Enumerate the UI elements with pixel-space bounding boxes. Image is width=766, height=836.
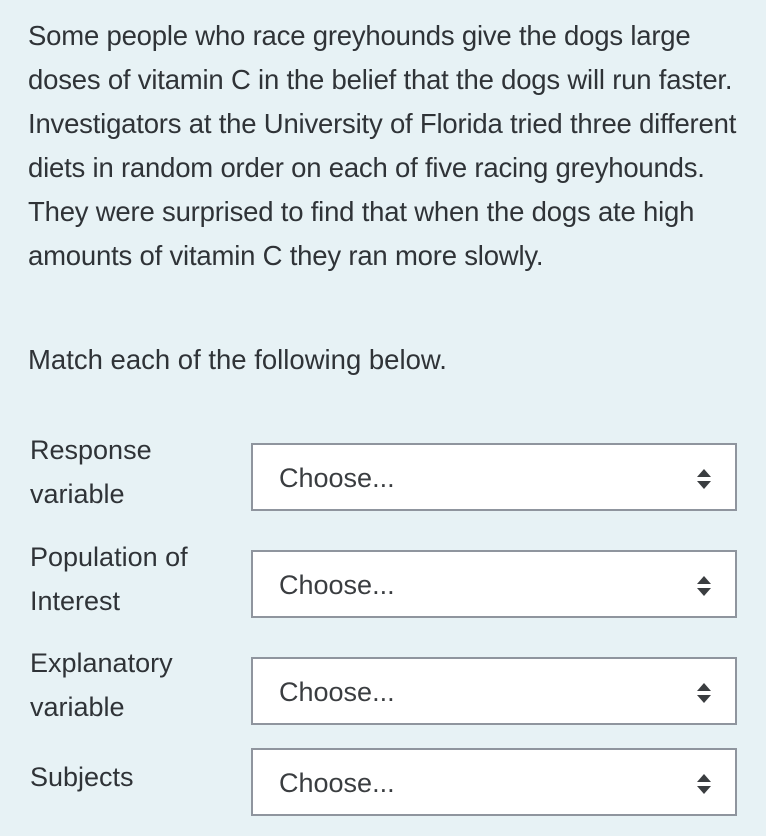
- select-value: Choose...: [279, 677, 395, 707]
- select-value: Choose...: [279, 570, 395, 600]
- match-select[interactable]: Choose...: [251, 443, 737, 511]
- match-label: Subjects: [30, 762, 134, 792]
- select-value: Choose...: [279, 463, 395, 493]
- question-text: Some people who race greyhounds give the…: [28, 14, 748, 278]
- match-select[interactable]: Choose...: [251, 550, 737, 618]
- up-down-caret-icon: [697, 576, 711, 596]
- match-label: Explanatory variable: [30, 648, 173, 722]
- match-label: Population of Interest: [30, 542, 188, 616]
- select-value: Choose...: [279, 768, 395, 798]
- match-label: Response variable: [30, 435, 152, 509]
- up-down-caret-icon: [697, 774, 711, 794]
- question-paragraph: Some people who race greyhounds give the…: [28, 20, 737, 271]
- match-select[interactable]: Choose...: [251, 748, 737, 816]
- question-prompt: Match each of the following below.: [28, 344, 447, 375]
- up-down-caret-icon: [697, 683, 711, 703]
- up-down-caret-icon: [697, 469, 711, 489]
- match-select[interactable]: Choose...: [251, 657, 737, 725]
